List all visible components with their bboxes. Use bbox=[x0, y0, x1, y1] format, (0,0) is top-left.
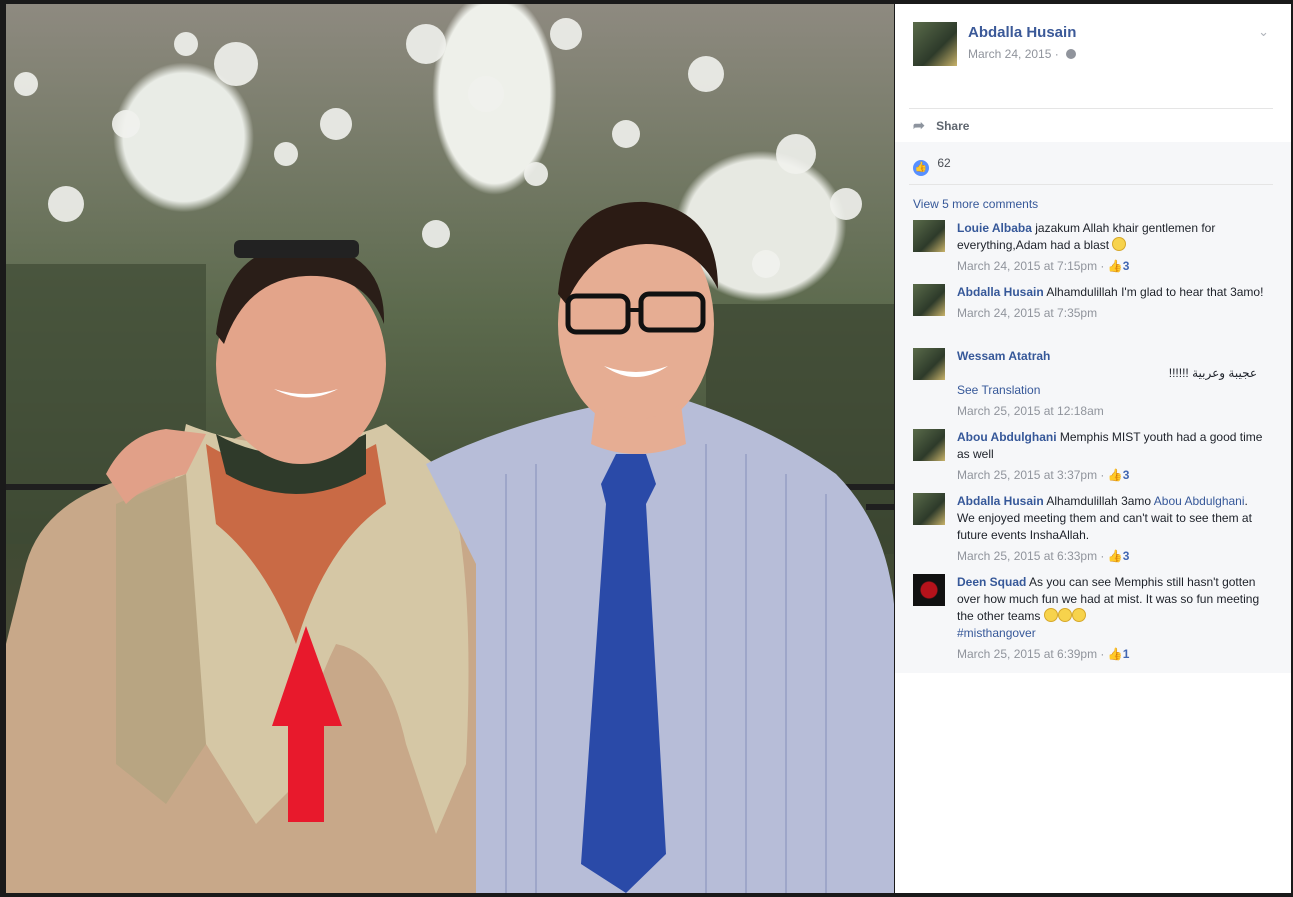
author-name[interactable]: Abdalla Husain bbox=[968, 24, 1076, 41]
divider bbox=[909, 108, 1273, 109]
commenter-name[interactable]: Abou Abdulghani bbox=[957, 430, 1057, 444]
comment-meta: March 24, 2015 at 7:15pm · 👍3 bbox=[957, 258, 1267, 275]
like-count[interactable]: 👍 62 bbox=[913, 156, 951, 176]
comment-body: Wessam Atatrah عجيبة وعربية !!!!!! See T… bbox=[957, 348, 1267, 420]
commenter-avatar[interactable] bbox=[913, 493, 945, 525]
comment-like-count[interactable]: 3 bbox=[1123, 259, 1130, 273]
commenter-avatar[interactable] bbox=[913, 284, 945, 316]
comment-body: Deen Squad As you can see Memphis still … bbox=[957, 574, 1267, 663]
comment-meta: March 25, 2015 at 6:39pm · 👍1 bbox=[957, 646, 1267, 663]
commenter-avatar[interactable] bbox=[913, 429, 945, 461]
comment-meta: March 25, 2015 at 6:33pm · 👍3 bbox=[957, 548, 1267, 565]
comment-meta: March 25, 2015 at 12:18am bbox=[957, 403, 1267, 420]
photo-viewer: Abdalla Husain March 24, 2015 · ⌄ ➦ Shar… bbox=[0, 0, 1293, 897]
post-side-panel: Abdalla Husain March 24, 2015 · ⌄ ➦ Shar… bbox=[895, 4, 1291, 893]
like-icon[interactable]: 👍 bbox=[1108, 259, 1123, 273]
share-button[interactable]: ➦ Share bbox=[913, 117, 969, 134]
comment-text: Alhamdulillah I'm glad to hear that 3amo… bbox=[1046, 285, 1264, 299]
comment-timestamp[interactable]: March 24, 2015 at 7:15pm · bbox=[957, 259, 1104, 273]
comment-timestamp[interactable]: March 25, 2015 at 3:37pm · bbox=[957, 468, 1104, 482]
comments-section: 👍 62 View 5 more comments Louie Albaba j… bbox=[895, 142, 1291, 673]
comment-text: Alhamdulillah 3amo bbox=[1046, 494, 1152, 508]
comment-body: Louie Albaba jazakum Allah khair gentlem… bbox=[957, 220, 1267, 275]
commenter-avatar[interactable] bbox=[913, 220, 945, 252]
author-avatar[interactable] bbox=[913, 22, 957, 66]
like-icon: 👍 bbox=[913, 160, 929, 176]
share-label: Share bbox=[936, 119, 970, 133]
comment-like-count[interactable]: 3 bbox=[1123, 549, 1130, 563]
post-date[interactable]: March 24, 2015 · bbox=[968, 47, 1077, 61]
smile-emoji-icon bbox=[1071, 608, 1086, 622]
hashtag-link[interactable]: #misthangover bbox=[957, 626, 1036, 640]
divider bbox=[909, 184, 1273, 185]
comment-meta: March 24, 2015 at 7:35pm bbox=[957, 305, 1267, 322]
commenter-name[interactable]: Deen Squad bbox=[957, 575, 1026, 589]
commenter-name[interactable]: Abdalla Husain bbox=[957, 285, 1044, 299]
view-more-comments-link[interactable]: View 5 more comments bbox=[913, 197, 1038, 211]
commenter-avatar[interactable] bbox=[913, 574, 945, 606]
comment-body: Abdalla Husain Alhamdulillah I'm glad to… bbox=[957, 284, 1267, 322]
comment-timestamp[interactable]: March 24, 2015 at 7:35pm bbox=[957, 306, 1097, 320]
commenter-name[interactable]: Abdalla Husain bbox=[957, 494, 1044, 508]
comment-like-count[interactable]: 3 bbox=[1123, 468, 1130, 482]
post-photo[interactable] bbox=[6, 4, 894, 893]
post-date-text[interactable]: March 24, 2015 · bbox=[968, 47, 1059, 61]
comment-text: عجيبة وعربية !!!!!! bbox=[1168, 366, 1257, 380]
comment-meta: March 25, 2015 at 3:37pm · 👍3 bbox=[957, 467, 1267, 484]
commenter-name[interactable]: Wessam Atatrah bbox=[957, 349, 1050, 363]
comment-body: Abdalla Husain Alhamdulillah 3amo Abou A… bbox=[957, 493, 1267, 565]
comment-mention-link[interactable]: Abou Abdulghani bbox=[1154, 494, 1245, 508]
commenter-avatar[interactable] bbox=[913, 348, 945, 380]
comment-timestamp[interactable]: March 25, 2015 at 6:39pm · bbox=[957, 647, 1104, 661]
like-icon[interactable]: 👍 bbox=[1108, 468, 1123, 482]
see-translation-link[interactable]: See Translation bbox=[957, 383, 1040, 397]
comment-body: Abou Abdulghani Memphis MIST youth had a… bbox=[957, 429, 1267, 484]
share-arrow-icon: ➦ bbox=[913, 117, 925, 133]
photo-illustration bbox=[6, 18, 894, 893]
like-count-number: 62 bbox=[937, 156, 951, 170]
chevron-down-icon[interactable]: ⌄ bbox=[1258, 24, 1269, 40]
globe-icon bbox=[1066, 49, 1077, 59]
comment-timestamp[interactable]: March 25, 2015 at 12:18am bbox=[957, 404, 1104, 418]
comment-like-count[interactable]: 1 bbox=[1123, 647, 1130, 661]
comment-timestamp[interactable]: March 25, 2015 at 6:33pm · bbox=[957, 549, 1104, 563]
smile-emoji-icon bbox=[1057, 608, 1072, 622]
smile-emoji-icon bbox=[1043, 608, 1058, 622]
post-header: Abdalla Husain March 24, 2015 · ⌄ ➦ Shar… bbox=[895, 4, 1291, 142]
like-icon[interactable]: 👍 bbox=[1108, 647, 1123, 661]
smile-emoji-icon bbox=[1112, 237, 1127, 251]
like-icon[interactable]: 👍 bbox=[1108, 549, 1123, 563]
commenter-name[interactable]: Louie Albaba bbox=[957, 221, 1032, 235]
